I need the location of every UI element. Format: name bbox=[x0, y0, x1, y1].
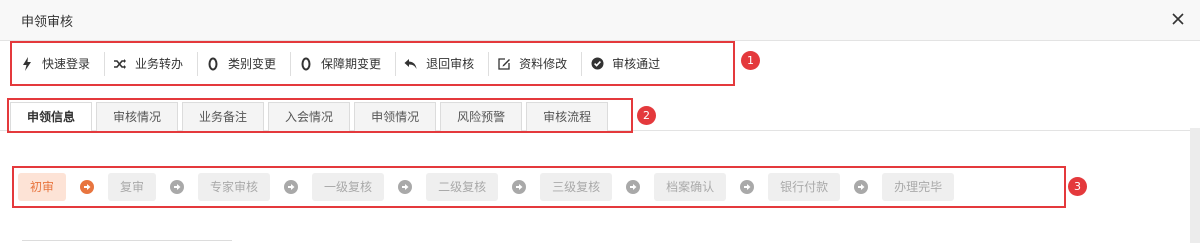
step-level-1-recheck: 一级复核 bbox=[312, 173, 385, 201]
tab-review-status[interactable]: 审核情况 bbox=[96, 102, 179, 131]
edit-materials-button[interactable]: 资料修改 bbox=[489, 51, 583, 76]
review-progress-steps: 初审 复审 专家审核 一级复核 二级复核 三级复核 档案确认 银行付款 办理完毕 bbox=[12, 166, 1066, 208]
zero-icon bbox=[206, 57, 220, 71]
change-coverage-period-label: 保障期变更 bbox=[321, 57, 382, 71]
step-initial-review: 初审 bbox=[18, 173, 67, 201]
quick-login-label: 快速登录 bbox=[42, 57, 91, 71]
tab-membership-status[interactable]: 入会情况 bbox=[268, 102, 351, 131]
shuffle-icon bbox=[113, 57, 127, 71]
lightning-icon bbox=[20, 56, 34, 71]
window-title: 申领审核 bbox=[21, 15, 74, 30]
annotation-badge-2: 2 bbox=[637, 106, 656, 125]
annotation-badge-3: 3 bbox=[1068, 177, 1087, 196]
tab-bar: 申领信息 审核情况 业务备注 入会情况 申领情况 风险预警 审核流程 bbox=[7, 98, 633, 133]
tab-claim-info[interactable]: 申领信息 bbox=[10, 102, 93, 131]
content-divider bbox=[22, 240, 232, 241]
step-archive-confirm: 档案确认 bbox=[654, 173, 727, 201]
check-circle-icon bbox=[590, 57, 604, 71]
tab-business-notes[interactable]: 业务备注 bbox=[182, 102, 265, 131]
arrow-right-icon bbox=[398, 180, 413, 194]
tab-review-flow[interactable]: 审核流程 bbox=[526, 102, 609, 131]
change-category-label: 类别变更 bbox=[228, 57, 277, 71]
reply-icon bbox=[404, 57, 418, 71]
step-bank-payment: 银行付款 bbox=[768, 173, 841, 201]
quick-login-button[interactable]: 快速登录 bbox=[12, 51, 106, 76]
change-coverage-period-button[interactable]: 保障期变更 bbox=[291, 51, 397, 76]
transfer-business-button[interactable]: 业务转办 bbox=[105, 51, 199, 76]
window-titlebar: 申领审核 bbox=[0, 0, 1200, 41]
step-expert-review: 专家审核 bbox=[198, 173, 271, 201]
annotation-badge-1: 1 bbox=[741, 51, 760, 70]
arrow-right-icon bbox=[284, 180, 299, 194]
tab-claim-status[interactable]: 申领情况 bbox=[354, 102, 437, 131]
vertical-scrollbar[interactable] bbox=[1190, 128, 1200, 243]
close-button[interactable] bbox=[1168, 9, 1188, 29]
action-toolbar: 快速登录 业务转办 类别变更 保障期变更 退回审核 资料修改 审核通过 bbox=[10, 41, 735, 86]
approve-label: 审核通过 bbox=[612, 57, 661, 71]
step-level-3-recheck: 三级复核 bbox=[540, 173, 613, 201]
return-review-label: 退回审核 bbox=[426, 57, 475, 71]
transfer-business-label: 业务转办 bbox=[135, 57, 184, 71]
zero-icon bbox=[299, 57, 313, 71]
close-icon bbox=[1172, 13, 1184, 25]
arrow-right-icon bbox=[740, 180, 755, 194]
edit-icon bbox=[497, 57, 511, 71]
step-second-review: 复审 bbox=[108, 173, 157, 201]
edit-materials-label: 资料修改 bbox=[519, 57, 568, 71]
arrow-right-icon bbox=[512, 180, 527, 194]
arrow-right-icon bbox=[854, 180, 869, 194]
step-level-2-recheck: 二级复核 bbox=[426, 173, 499, 201]
arrow-right-icon bbox=[626, 180, 641, 194]
approve-button[interactable]: 审核通过 bbox=[582, 52, 674, 76]
return-review-button[interactable]: 退回审核 bbox=[396, 51, 490, 76]
change-category-button[interactable]: 类别变更 bbox=[198, 51, 292, 76]
arrow-right-icon bbox=[170, 180, 185, 194]
arrow-right-icon bbox=[80, 180, 95, 194]
step-completed: 办理完毕 bbox=[882, 173, 955, 201]
tab-risk-warning[interactable]: 风险预警 bbox=[440, 102, 523, 131]
